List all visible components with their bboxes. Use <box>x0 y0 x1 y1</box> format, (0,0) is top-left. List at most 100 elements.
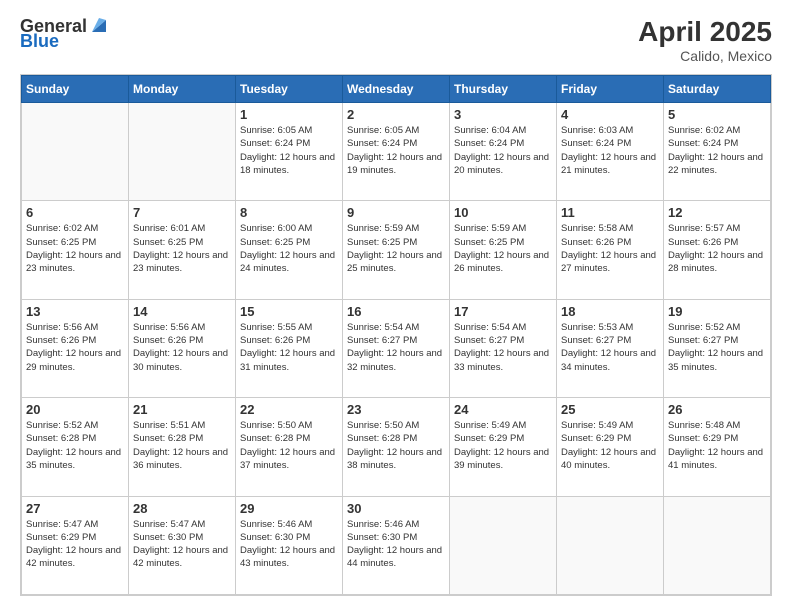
day-info: Sunrise: 6:05 AM Sunset: 6:24 PM Dayligh… <box>240 124 338 177</box>
title-area: April 2025 Calido, Mexico <box>638 16 772 64</box>
day-info: Sunrise: 6:02 AM Sunset: 6:24 PM Dayligh… <box>668 124 766 177</box>
calendar-cell: 6 Sunrise: 6:02 AM Sunset: 6:25 PM Daylig… <box>22 201 129 299</box>
calendar-cell: 23Sunrise: 5:50 AM Sunset: 6:28 PM Dayli… <box>343 398 450 496</box>
day-info: Sunrise: 5:51 AM Sunset: 6:28 PM Dayligh… <box>133 419 231 472</box>
calendar-cell: 22 Sunrise: 5:50 AM Sunset: 6:28 PM Dayli… <box>236 398 343 496</box>
calendar-cell <box>22 103 129 201</box>
day-number: 16 <box>347 304 445 319</box>
day-of-week-header: Wednesday <box>343 76 450 103</box>
calendar-header: SundayMondayTuesdayWednesdayThursdayFrid… <box>22 76 771 103</box>
logo-icon <box>88 14 110 36</box>
day-number: 27 <box>26 501 124 516</box>
day-number: 1 <box>240 107 338 122</box>
day-number: 8 <box>240 205 338 220</box>
day-number: 30 <box>347 501 445 516</box>
calendar-cell: 26 Sunrise: 5:48 AM Sunset: 6:29 PM Dayli… <box>664 398 771 496</box>
calendar-cell <box>664 496 771 594</box>
day-info: Sunrise: 6:00 AM Sunset: 6:25 PM Dayligh… <box>240 222 338 275</box>
day-number: 3 <box>454 107 552 122</box>
calendar-cell: 10 Sunrise: 5:59 AM Sunset: 6:25 PM Dayli… <box>450 201 557 299</box>
day-number: 20 <box>26 402 124 417</box>
day-info: Sunrise: 6:02 AM Sunset: 6:25 PM Dayligh… <box>26 222 124 275</box>
day-info: Sunrise: 5:47 AM Sunset: 6:29 PM Dayligh… <box>26 518 124 571</box>
day-info: Sunrise: 5:54 AM Sunset: 6:27 PM Dayligh… <box>347 321 445 374</box>
day-of-week-header: Saturday <box>664 76 771 103</box>
calendar-cell: 7Sunrise: 6:01 AM Sunset: 6:25 PM Daylig… <box>129 201 236 299</box>
day-number: 9 <box>347 205 445 220</box>
calendar-cell: 17 Sunrise: 5:54 AM Sunset: 6:27 PM Dayli… <box>450 299 557 397</box>
day-info: Sunrise: 5:49 AM Sunset: 6:29 PM Dayligh… <box>561 419 659 472</box>
day-info: Sunrise: 5:54 AM Sunset: 6:27 PM Dayligh… <box>454 321 552 374</box>
calendar-cell: 14Sunrise: 5:56 AM Sunset: 6:26 PM Dayli… <box>129 299 236 397</box>
day-number: 29 <box>240 501 338 516</box>
day-info: Sunrise: 5:53 AM Sunset: 6:27 PM Dayligh… <box>561 321 659 374</box>
day-number: 6 <box>26 205 124 220</box>
calendar-cell: 21 Sunrise: 5:51 AM Sunset: 6:28 PM Dayli… <box>129 398 236 496</box>
calendar-week-row: 1 Sunrise: 6:05 AM Sunset: 6:24 PM Daylig… <box>22 103 771 201</box>
calendar-cell: 27 Sunrise: 5:47 AM Sunset: 6:29 PM Dayli… <box>22 496 129 594</box>
day-info: Sunrise: 6:05 AM Sunset: 6:24 PM Dayligh… <box>347 124 445 177</box>
day-info: Sunrise: 5:50 AM Sunset: 6:28 PM Dayligh… <box>347 419 445 472</box>
calendar-cell: 11 Sunrise: 5:58 AM Sunset: 6:26 PM Dayli… <box>557 201 664 299</box>
calendar-week-row: 6 Sunrise: 6:02 AM Sunset: 6:25 PM Daylig… <box>22 201 771 299</box>
calendar-cell: 18 Sunrise: 5:53 AM Sunset: 6:27 PM Dayli… <box>557 299 664 397</box>
day-info: Sunrise: 5:56 AM Sunset: 6:26 PM Dayligh… <box>26 321 124 374</box>
logo-blue: Blue <box>20 31 59 52</box>
calendar-cell <box>129 103 236 201</box>
page: General Blue April 2025 Calido, Mexico S… <box>0 0 792 612</box>
calendar-cell: 20 Sunrise: 5:52 AM Sunset: 6:28 PM Dayli… <box>22 398 129 496</box>
calendar-week-row: 20 Sunrise: 5:52 AM Sunset: 6:28 PM Dayli… <box>22 398 771 496</box>
day-info: Sunrise: 5:59 AM Sunset: 6:25 PM Dayligh… <box>347 222 445 275</box>
day-number: 5 <box>668 107 766 122</box>
day-number: 2 <box>347 107 445 122</box>
day-number: 15 <box>240 304 338 319</box>
day-info: Sunrise: 5:57 AM Sunset: 6:26 PM Dayligh… <box>668 222 766 275</box>
day-info: Sunrise: 6:04 AM Sunset: 6:24 PM Dayligh… <box>454 124 552 177</box>
day-info: Sunrise: 6:03 AM Sunset: 6:24 PM Dayligh… <box>561 124 659 177</box>
calendar-cell: 5 Sunrise: 6:02 AM Sunset: 6:24 PM Daylig… <box>664 103 771 201</box>
day-number: 14 <box>133 304 231 319</box>
header: General Blue April 2025 Calido, Mexico <box>20 16 772 64</box>
day-number: 21 <box>133 402 231 417</box>
calendar-cell: 9 Sunrise: 5:59 AM Sunset: 6:25 PM Daylig… <box>343 201 450 299</box>
calendar-cell: 13Sunrise: 5:56 AM Sunset: 6:26 PM Dayli… <box>22 299 129 397</box>
day-number: 17 <box>454 304 552 319</box>
day-info: Sunrise: 5:52 AM Sunset: 6:27 PM Dayligh… <box>668 321 766 374</box>
day-number: 10 <box>454 205 552 220</box>
calendar-week-row: 27 Sunrise: 5:47 AM Sunset: 6:29 PM Dayli… <box>22 496 771 594</box>
calendar-cell: 25 Sunrise: 5:49 AM Sunset: 6:29 PM Dayli… <box>557 398 664 496</box>
day-number: 18 <box>561 304 659 319</box>
calendar-cell: 29 Sunrise: 5:46 AM Sunset: 6:30 PM Dayli… <box>236 496 343 594</box>
day-number: 12 <box>668 205 766 220</box>
day-number: 4 <box>561 107 659 122</box>
days-of-week-row: SundayMondayTuesdayWednesdayThursdayFrid… <box>22 76 771 103</box>
day-info: Sunrise: 5:46 AM Sunset: 6:30 PM Dayligh… <box>240 518 338 571</box>
day-info: Sunrise: 5:50 AM Sunset: 6:28 PM Dayligh… <box>240 419 338 472</box>
day-of-week-header: Tuesday <box>236 76 343 103</box>
calendar-cell: 8 Sunrise: 6:00 AM Sunset: 6:25 PM Daylig… <box>236 201 343 299</box>
day-info: Sunrise: 5:59 AM Sunset: 6:25 PM Dayligh… <box>454 222 552 275</box>
calendar-cell: 4 Sunrise: 6:03 AM Sunset: 6:24 PM Daylig… <box>557 103 664 201</box>
day-number: 26 <box>668 402 766 417</box>
day-number: 22 <box>240 402 338 417</box>
day-info: Sunrise: 5:52 AM Sunset: 6:28 PM Dayligh… <box>26 419 124 472</box>
day-number: 25 <box>561 402 659 417</box>
main-title: April 2025 <box>638 16 772 48</box>
day-info: Sunrise: 5:48 AM Sunset: 6:29 PM Dayligh… <box>668 419 766 472</box>
calendar-cell: 30Sunrise: 5:46 AM Sunset: 6:30 PM Dayli… <box>343 496 450 594</box>
day-of-week-header: Friday <box>557 76 664 103</box>
logo: General Blue <box>20 16 110 52</box>
day-info: Sunrise: 5:58 AM Sunset: 6:26 PM Dayligh… <box>561 222 659 275</box>
calendar-cell: 1 Sunrise: 6:05 AM Sunset: 6:24 PM Daylig… <box>236 103 343 201</box>
day-number: 11 <box>561 205 659 220</box>
calendar-cell <box>450 496 557 594</box>
day-number: 19 <box>668 304 766 319</box>
calendar: SundayMondayTuesdayWednesdayThursdayFrid… <box>20 74 772 596</box>
day-info: Sunrise: 5:55 AM Sunset: 6:26 PM Dayligh… <box>240 321 338 374</box>
calendar-cell: 19 Sunrise: 5:52 AM Sunset: 6:27 PM Dayli… <box>664 299 771 397</box>
day-number: 28 <box>133 501 231 516</box>
calendar-week-row: 13Sunrise: 5:56 AM Sunset: 6:26 PM Dayli… <box>22 299 771 397</box>
day-info: Sunrise: 5:47 AM Sunset: 6:30 PM Dayligh… <box>133 518 231 571</box>
day-of-week-header: Monday <box>129 76 236 103</box>
calendar-cell <box>557 496 664 594</box>
